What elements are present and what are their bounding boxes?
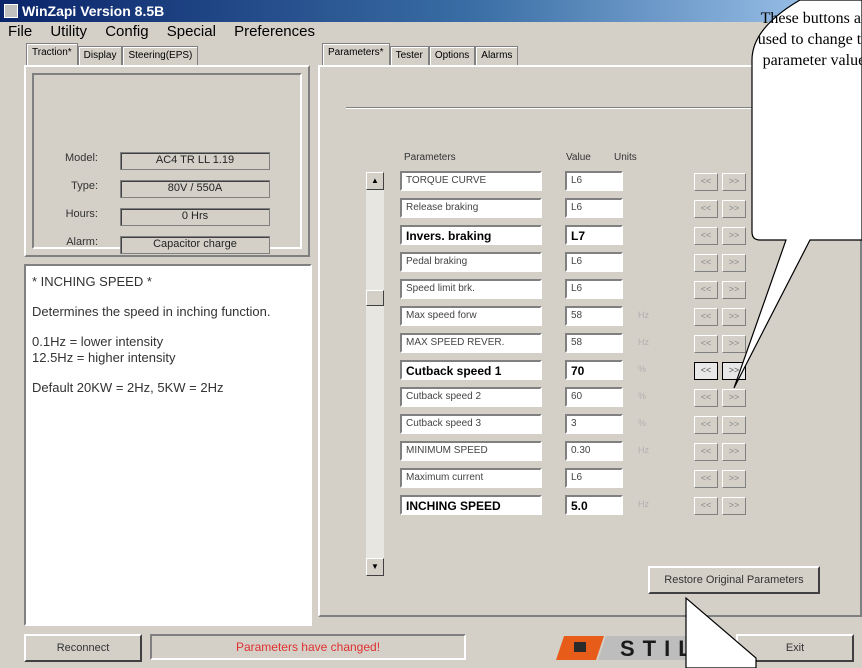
callout-text: These buttons are used to change the par…: [757, 10, 862, 69]
callout-pointer-bottom: [685, 596, 757, 668]
callout-overlay: [685, 0, 862, 668]
